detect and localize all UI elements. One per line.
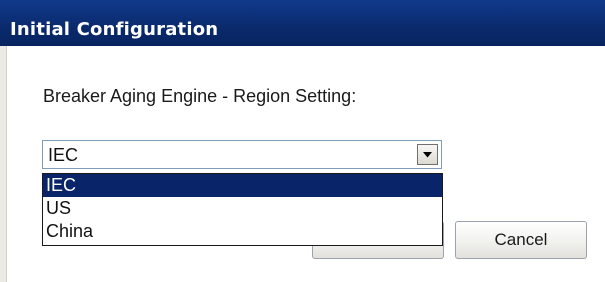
region-select-value: IEC [48, 145, 79, 165]
region-option-us[interactable]: US [43, 197, 442, 220]
cancel-button[interactable]: Cancel [455, 221, 587, 259]
region-option-china[interactable]: China [43, 220, 442, 243]
dropdown-button[interactable] [417, 144, 438, 165]
dialog-left-border [0, 46, 7, 282]
title-bar[interactable]: Initial Configuration [0, 0, 605, 46]
dialog-window: Initial Configuration Breaker Aging Engi… [0, 0, 605, 282]
region-dropdown-list: IEC US China [42, 173, 443, 246]
window-title: Initial Configuration [10, 19, 219, 40]
region-setting-label: Breaker Aging Engine - Region Setting: [43, 86, 357, 106]
region-option-iec[interactable]: IEC [43, 174, 442, 197]
chevron-down-icon [423, 151, 432, 157]
region-select[interactable]: IEC [42, 140, 442, 169]
